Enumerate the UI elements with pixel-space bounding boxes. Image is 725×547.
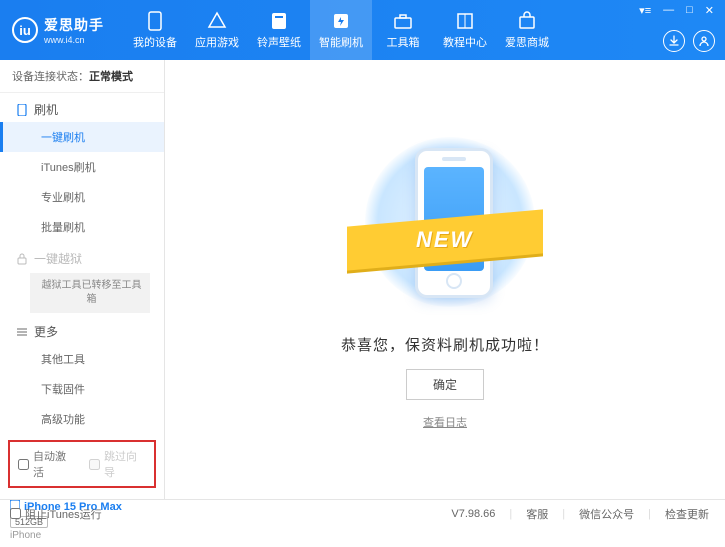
logo-icon: iu xyxy=(12,17,38,43)
ok-button[interactable]: 确定 xyxy=(406,369,484,400)
lock-icon xyxy=(16,253,28,265)
main-nav: 我的设备 应用游戏 铃声壁纸 智能刷机 工具箱 教程中心 爱思商城 xyxy=(124,0,558,60)
checkbox-block-itunes[interactable]: 阻止iTunes运行 xyxy=(10,506,102,522)
check-update-link[interactable]: 检查更新 xyxy=(659,506,715,522)
nav-music[interactable]: 铃声壁纸 xyxy=(248,0,310,60)
app-url: www.i4.cn xyxy=(44,35,104,45)
nav-label: 工具箱 xyxy=(387,34,420,50)
nav-phone[interactable]: 我的设备 xyxy=(124,0,186,60)
sidebar-item[interactable]: iTunes刷机 xyxy=(0,152,164,182)
nav-label: 教程中心 xyxy=(443,34,487,50)
success-illustration: NEW xyxy=(365,130,525,320)
nav-label: 智能刷机 xyxy=(319,34,363,50)
sidebar-item[interactable]: 高级功能 xyxy=(0,404,164,434)
jailbreak-note: 越狱工具已转移至工具箱 xyxy=(30,273,150,313)
nav-cart[interactable]: 爱思商城 xyxy=(496,0,558,60)
app-name: 爱思助手 xyxy=(44,15,104,35)
nav-label: 爱思商城 xyxy=(505,34,549,50)
sidebar-item[interactable]: 其他工具 xyxy=(0,344,164,374)
section-flash[interactable]: 刷机 xyxy=(0,93,164,122)
section-jailbreak: 一键越狱 xyxy=(0,242,164,271)
close-button[interactable]: ✕ xyxy=(702,4,717,17)
phone-icon xyxy=(145,11,165,31)
success-message: 恭喜您，保资料刷机成功啦！ xyxy=(341,334,549,355)
nav-label: 我的设备 xyxy=(133,34,177,50)
nav-toolbox[interactable]: 工具箱 xyxy=(372,0,434,60)
sidebar-item[interactable]: 一键刷机 xyxy=(0,122,164,152)
wechat-link[interactable]: 微信公众号 xyxy=(573,506,640,522)
nav-flash[interactable]: 智能刷机 xyxy=(310,0,372,60)
sidebar-item[interactable]: 批量刷机 xyxy=(0,212,164,242)
sidebar-item[interactable]: 专业刷机 xyxy=(0,182,164,212)
logo: iu 爱思助手 www.i4.cn xyxy=(12,15,104,45)
music-icon xyxy=(269,11,289,31)
sidebar-item[interactable]: 下载固件 xyxy=(0,374,164,404)
toolbox-icon xyxy=(393,11,413,31)
nav-label: 铃声壁纸 xyxy=(257,34,301,50)
minimize-button[interactable]: — xyxy=(660,4,677,17)
checkbox-skip-setup[interactable]: 跳过向导 xyxy=(89,448,146,480)
options-box: 自动激活 跳过向导 xyxy=(8,440,156,488)
version-label: V7.98.66 xyxy=(445,508,501,520)
nav-label: 应用游戏 xyxy=(195,34,239,50)
menu-icon[interactable]: ▾≡ xyxy=(636,4,654,17)
support-link[interactable]: 客服 xyxy=(520,506,554,522)
sidebar: 设备连接状态：正常模式 刷机 一键刷机iTunes刷机专业刷机批量刷机 一键越狱… xyxy=(0,60,165,499)
section-more[interactable]: 更多 xyxy=(0,315,164,344)
nav-book[interactable]: 教程中心 xyxy=(434,0,496,60)
checkbox-auto-activate[interactable]: 自动激活 xyxy=(18,448,75,480)
book-icon xyxy=(455,11,475,31)
apps-icon xyxy=(207,11,227,31)
main-content: NEW 恭喜您，保资料刷机成功啦！ 确定 查看日志 xyxy=(165,60,725,499)
more-icon xyxy=(16,326,28,338)
cart-icon xyxy=(517,11,537,31)
nav-apps[interactable]: 应用游戏 xyxy=(186,0,248,60)
connection-status: 设备连接状态：正常模式 xyxy=(0,60,164,93)
device-type: iPhone xyxy=(10,530,154,541)
phone-icon xyxy=(16,104,28,116)
app-header: iu 爱思助手 www.i4.cn 我的设备 应用游戏 铃声壁纸 智能刷机 工具箱 教程中… xyxy=(0,0,725,60)
view-log-link[interactable]: 查看日志 xyxy=(423,414,467,430)
user-icon[interactable] xyxy=(693,30,715,52)
window-controls: ▾≡ — □ ✕ xyxy=(636,4,717,17)
download-icon[interactable] xyxy=(663,30,685,52)
maximize-button[interactable]: □ xyxy=(683,4,696,17)
flash-icon xyxy=(331,11,351,31)
